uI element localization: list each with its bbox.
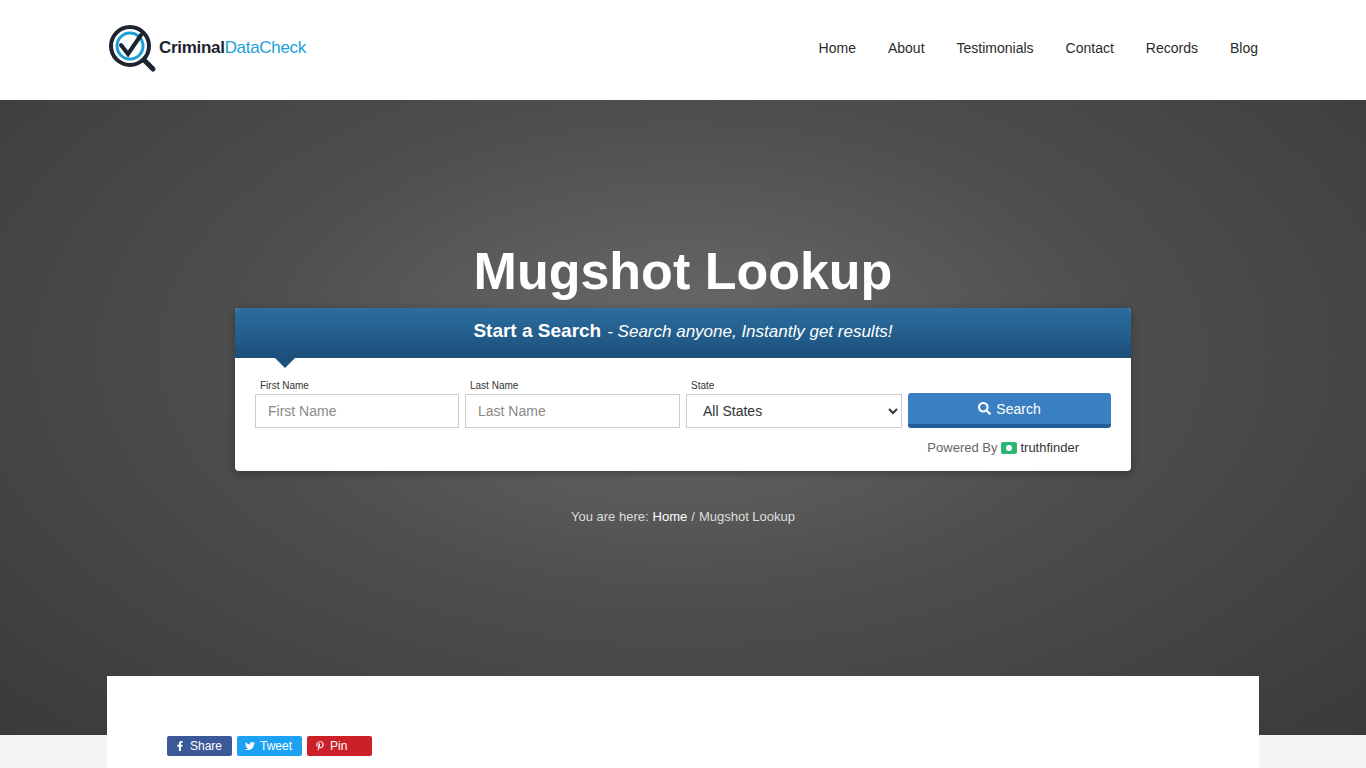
hero-banner: Mugshot Lookup Start a Search- Search any…	[0, 100, 1366, 735]
social-icon	[175, 741, 185, 751]
search-field: First Name	[255, 380, 459, 428]
search-form: First NameLast NameStateAll StatesSearch	[255, 380, 1111, 428]
state-select[interactable]: All States	[686, 394, 902, 428]
nav-item[interactable]: Testimonials	[957, 40, 1034, 56]
nav-item[interactable]: Contact	[1066, 40, 1114, 56]
social-icon	[315, 741, 325, 751]
main-nav: Home About Testimonials Contact Records Blog	[819, 40, 1258, 56]
name-input[interactable]	[255, 394, 459, 428]
nav-item[interactable]: Records	[1146, 40, 1198, 56]
search-field: Last Name	[465, 380, 680, 428]
search-button[interactable]: Search	[908, 393, 1111, 428]
social-icon	[245, 741, 255, 751]
check-magnifier-icon	[107, 23, 157, 73]
search-field: StateAll States	[686, 380, 902, 428]
site-header: CriminalDataCheck Home About Testimonials Co…	[0, 0, 1366, 100]
breadcrumb-item[interactable]: Home	[653, 509, 688, 524]
share-button[interactable]: Share	[167, 736, 232, 756]
name-input[interactable]	[465, 394, 680, 428]
nav-item[interactable]: Home	[819, 40, 856, 56]
provider-logo: truthfinder	[1001, 440, 1079, 455]
nav-item[interactable]: About	[888, 40, 925, 56]
search-icon	[978, 402, 991, 415]
search-card-header: Start a Search- Search anyone, Instantly…	[235, 308, 1131, 358]
breadcrumb: You are here:Home/Mugshot Lookup	[571, 509, 795, 524]
provider-icon	[1001, 442, 1017, 454]
share-button[interactable]: Pin	[307, 736, 372, 756]
powered-by: Powered Bytruthfinder	[255, 440, 1111, 455]
page: CriminalDataCheck Home About Testimonials Co…	[0, 0, 1366, 768]
search-card: Start a Search- Search anyone, Instantly…	[235, 308, 1131, 471]
content-panel: ShareTweetPin	[107, 676, 1259, 768]
nav-item[interactable]: Blog	[1230, 40, 1258, 56]
logo[interactable]: CriminalDataCheck	[107, 23, 306, 73]
hero-title: Mugshot Lookup	[474, 240, 893, 302]
breadcrumb-item: Mugshot Lookup	[699, 509, 795, 524]
share-button[interactable]: Tweet	[237, 736, 302, 756]
logo-text: CriminalDataCheck	[159, 38, 306, 58]
share-bar: ShareTweetPin	[167, 736, 1199, 756]
